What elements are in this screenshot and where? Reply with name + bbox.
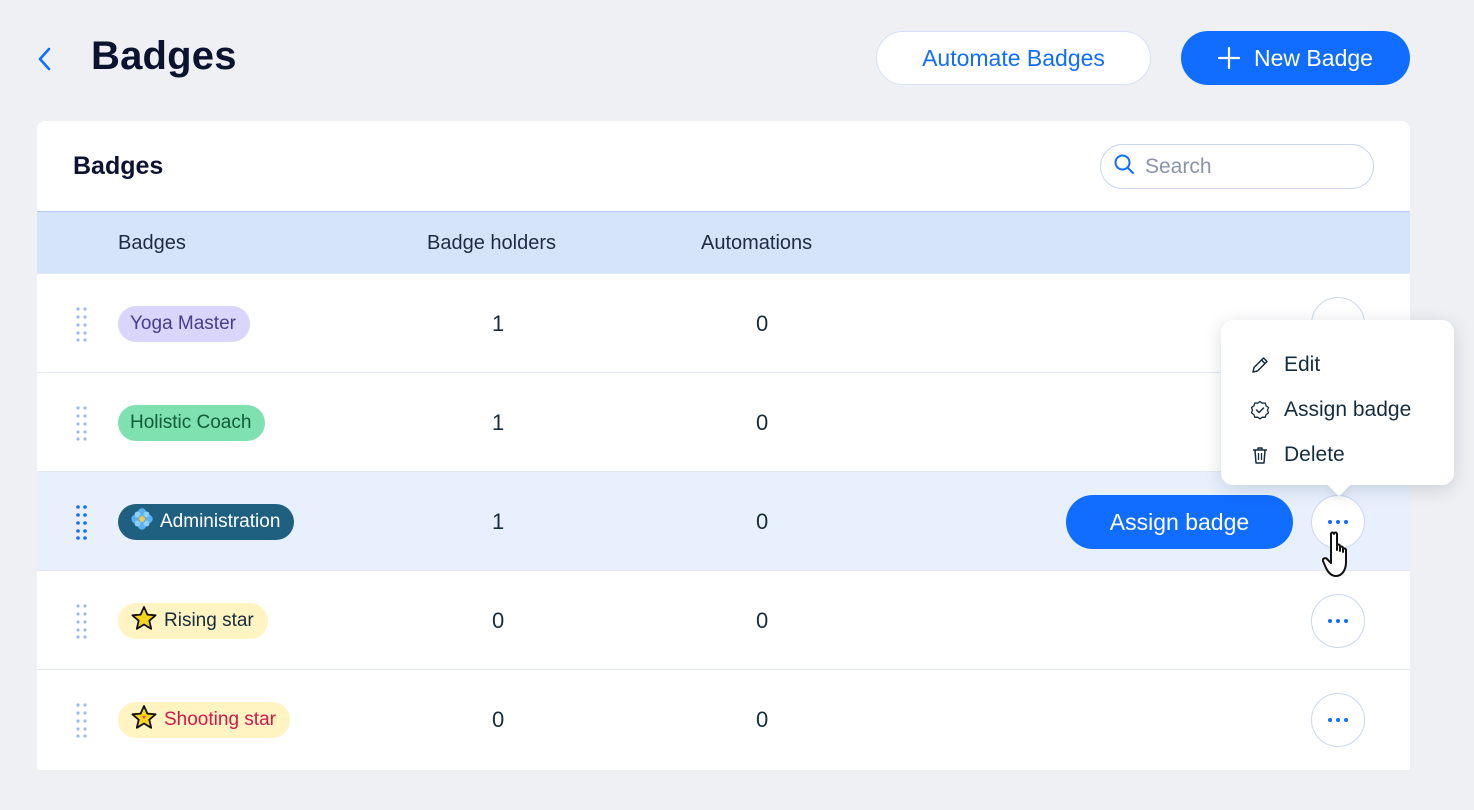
column-header-holders: Badge holders xyxy=(427,232,556,254)
drag-handle-icon[interactable] xyxy=(75,306,89,342)
hand-cursor-icon xyxy=(1321,530,1362,580)
column-header-automations: Automations xyxy=(701,232,813,254)
more-actions-button[interactable] xyxy=(1311,693,1365,747)
search-box[interactable] xyxy=(1100,144,1374,189)
menu-item-assign-badge[interactable]: Assign badge xyxy=(1221,387,1454,432)
automations-count: 0 xyxy=(756,707,769,732)
automate-badges-button[interactable]: Automate Badges xyxy=(876,31,1151,85)
ellipsis-icon xyxy=(1328,718,1348,722)
badge-name: Holistic Coach xyxy=(130,412,252,433)
holders-count: 1 xyxy=(492,311,505,336)
drag-handle-icon[interactable] xyxy=(75,603,89,639)
new-badge-label: New Badge xyxy=(1254,44,1373,71)
pencil-icon xyxy=(1250,355,1270,375)
badge-chip: Rising star xyxy=(118,603,268,639)
menu-item-label: Assign badge xyxy=(1284,397,1412,421)
table-row[interactable]: Yoga Master 1 0 xyxy=(37,273,1410,373)
more-actions-button[interactable] xyxy=(1311,594,1365,648)
badge-chip: Holistic Coach xyxy=(118,405,266,441)
ellipsis-icon xyxy=(1328,520,1348,524)
search-input[interactable] xyxy=(1145,154,1355,179)
menu-item-label: Edit xyxy=(1284,352,1321,376)
trash-icon xyxy=(1250,445,1270,465)
table-row[interactable]: Administration 1 0 Assign badge xyxy=(37,471,1410,571)
drag-handle-icon[interactable] xyxy=(75,702,89,738)
drag-handle-icon[interactable] xyxy=(75,504,89,540)
new-badge-button[interactable]: New Badge xyxy=(1181,31,1410,85)
holders-count: 0 xyxy=(492,608,505,633)
table-row[interactable]: Rising star 0 0 xyxy=(37,570,1410,670)
table-header: Badges Badge holders Automations xyxy=(37,211,1410,273)
badge-name: Administration xyxy=(160,511,281,532)
holders-count: 0 xyxy=(492,707,505,732)
automations-count: 0 xyxy=(756,608,769,633)
automations-count: 0 xyxy=(756,509,769,534)
table-row[interactable]: Holistic Coach 1 0 xyxy=(37,372,1410,472)
back-arrow-icon[interactable] xyxy=(34,45,58,73)
page-title: Badges xyxy=(91,34,237,78)
badges-card: Badges Badges Badge holders Automations … xyxy=(37,121,1410,770)
ellipsis-icon xyxy=(1328,619,1348,623)
star-icon xyxy=(130,605,158,637)
card-title: Badges xyxy=(73,152,164,180)
plus-icon xyxy=(1218,47,1241,69)
holders-count: 1 xyxy=(492,410,505,435)
drag-handle-icon[interactable] xyxy=(75,405,89,441)
badge-name: Yoga Master xyxy=(130,313,236,334)
assign-badge-button[interactable]: Assign badge xyxy=(1066,495,1293,549)
flower-icon xyxy=(130,507,154,537)
badge-name: Shooting star xyxy=(164,709,276,730)
badge-name: Rising star xyxy=(164,610,254,631)
menu-item-label: Delete xyxy=(1284,442,1345,466)
automations-count: 0 xyxy=(756,311,769,336)
column-header-badges: Badges xyxy=(118,232,186,254)
automations-count: 0 xyxy=(756,410,769,435)
actions-menu: Edit Assign badge Delete xyxy=(1221,320,1454,485)
table-row[interactable]: Shooting star 0 0 xyxy=(37,669,1410,770)
badge-chip: Administration xyxy=(118,504,295,540)
search-icon xyxy=(1113,153,1135,180)
badge-check-icon xyxy=(1250,400,1270,420)
badge-chip: Yoga Master xyxy=(118,306,250,342)
badge-chip: Shooting star xyxy=(118,702,290,738)
holders-count: 1 xyxy=(492,509,505,534)
shooting-star-icon xyxy=(130,704,158,736)
menu-item-delete[interactable]: Delete xyxy=(1221,432,1454,477)
menu-item-edit[interactable]: Edit xyxy=(1221,342,1454,387)
